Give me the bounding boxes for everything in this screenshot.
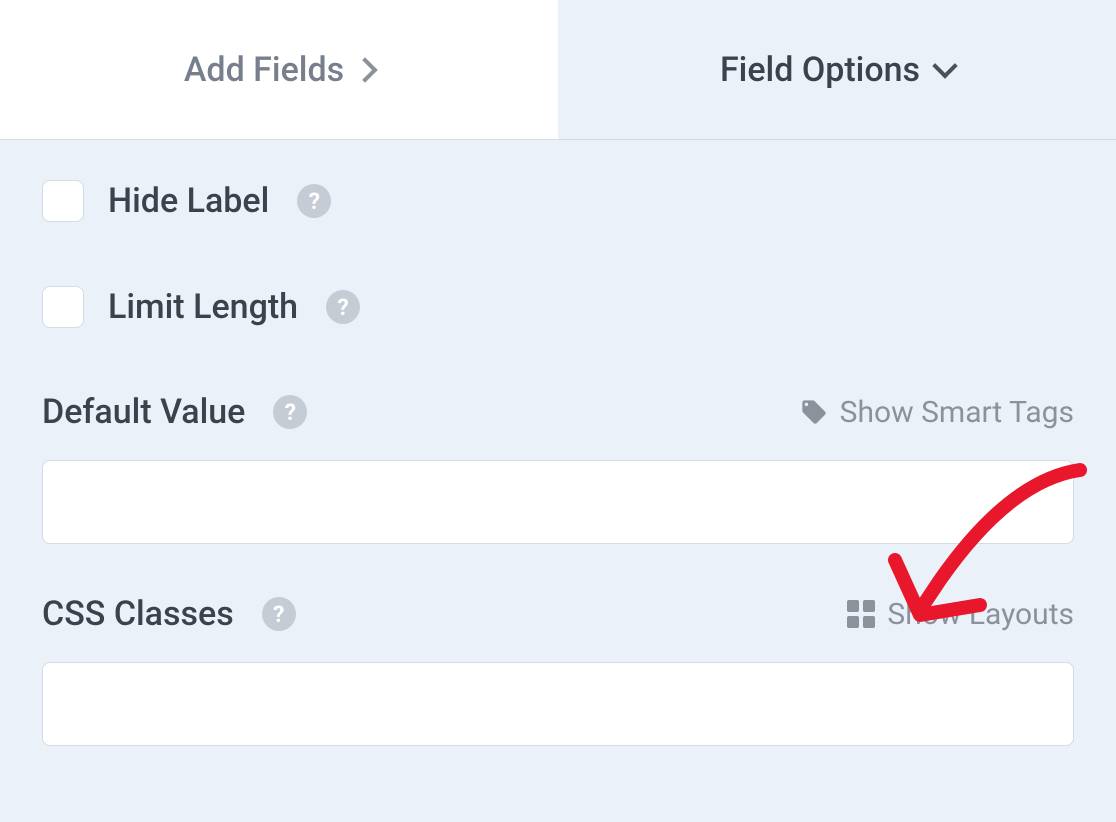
show-smart-tags-text: Show Smart Tags: [840, 395, 1074, 430]
hide-label-checkbox[interactable]: [42, 180, 84, 222]
help-icon[interactable]: ?: [326, 290, 360, 324]
default-value-header: Default Value ? Show Smart Tags: [42, 392, 1074, 432]
tab-add-fields[interactable]: Add Fields: [0, 0, 558, 139]
hide-label-text: Hide Label: [108, 181, 269, 221]
tags-icon: [800, 398, 828, 426]
show-layouts-link[interactable]: Show Layouts: [847, 597, 1074, 632]
css-classes-header: CSS Classes ? Show Layouts: [42, 594, 1074, 634]
chevron-down-icon: [932, 53, 957, 78]
tab-field-options[interactable]: Field Options: [558, 0, 1116, 139]
css-classes-label-group: CSS Classes ?: [42, 594, 296, 634]
tab-add-fields-label: Add Fields: [184, 50, 344, 90]
css-classes-section: CSS Classes ? Show Layouts: [42, 594, 1074, 746]
default-value-label: Default Value: [42, 392, 245, 432]
tab-field-options-label: Field Options: [720, 50, 920, 90]
limit-length-row: Limit Length ?: [42, 286, 1074, 328]
show-smart-tags-link[interactable]: Show Smart Tags: [800, 395, 1074, 430]
css-classes-input[interactable]: [42, 662, 1074, 746]
css-classes-label: CSS Classes: [42, 594, 234, 634]
default-value-section: Default Value ? Show Smart Tags: [42, 392, 1074, 544]
help-icon[interactable]: ?: [262, 597, 296, 631]
chevron-right-icon: [352, 57, 377, 82]
limit-length-checkbox[interactable]: [42, 286, 84, 328]
grid-icon: [847, 600, 875, 628]
help-icon[interactable]: ?: [273, 395, 307, 429]
default-value-input[interactable]: [42, 460, 1074, 544]
help-icon[interactable]: ?: [297, 184, 331, 218]
default-value-label-group: Default Value ?: [42, 392, 307, 432]
tabs-container: Add Fields Field Options: [0, 0, 1116, 140]
limit-length-text: Limit Length: [108, 287, 298, 327]
hide-label-row: Hide Label ?: [42, 180, 1074, 222]
show-layouts-text: Show Layouts: [887, 597, 1074, 632]
field-options-panel: Hide Label ? Limit Length ? Default Valu…: [0, 140, 1116, 816]
